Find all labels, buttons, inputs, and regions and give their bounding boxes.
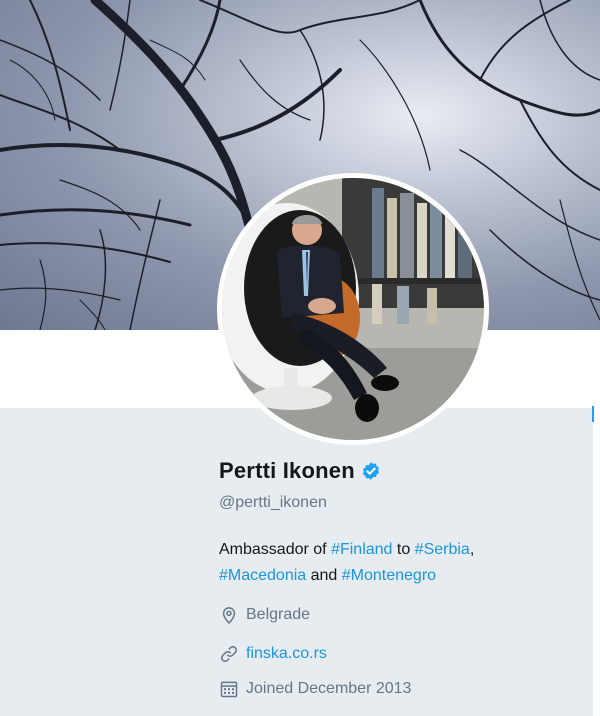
- bio-text: ,: [469, 541, 475, 558]
- verified-badge-icon: [362, 462, 379, 480]
- avatar-photo: [222, 178, 484, 440]
- hashtag-serbia[interactable]: #Serbia: [415, 541, 470, 558]
- adjacent-panel-edge: [593, 406, 600, 716]
- bio-text: Ambassador of: [219, 541, 332, 558]
- location-text: Belgrade: [246, 606, 311, 623]
- hashtag-finland[interactable]: #Finland: [331, 541, 392, 558]
- profile-avatar[interactable]: [217, 173, 489, 445]
- bio-text: to: [392, 541, 415, 558]
- profile-handle[interactable]: @pertti_ikonen: [219, 494, 327, 512]
- profile-website: finska.co.rs: [219, 644, 327, 664]
- profile-location: Belgrade: [219, 605, 310, 625]
- calendar-icon: [220, 681, 238, 698]
- profile-joined: Joined December 2013: [219, 679, 411, 699]
- link-icon: [221, 646, 237, 662]
- adjacent-panel-accent: [592, 406, 594, 422]
- profile-bio: Ambassador of #Finland to #Serbia, #Maced…: [219, 537, 579, 589]
- profile-name[interactable]: Pertti Ikonen: [219, 458, 355, 484]
- website-link[interactable]: finska.co.rs: [246, 645, 327, 663]
- profile-name-row: Pertti Ikonen: [219, 458, 381, 484]
- hashtag-macedonia[interactable]: #Macedonia: [219, 567, 306, 584]
- hashtag-montenegro[interactable]: #Montenegro: [342, 567, 436, 584]
- bio-text: and: [306, 567, 342, 584]
- location-pin-icon: [222, 607, 236, 624]
- joined-text: Joined December 2013: [246, 680, 412, 697]
